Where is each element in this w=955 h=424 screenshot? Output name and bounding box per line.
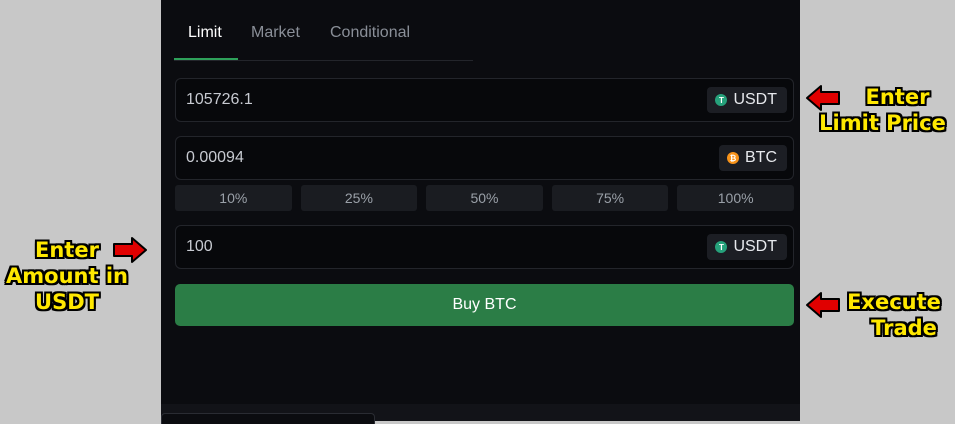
annotation-execute-line2: Trade [871,316,937,340]
percent-25-button[interactable]: 25% [300,185,418,211]
quantity-field[interactable]: 0.00094 ₿ BTC [175,136,794,180]
annotation-limit-price-line1: Enter [865,85,930,109]
price-unit-chip: T USDT [707,87,787,113]
quantity-unit-chip: ₿ BTC [719,145,787,171]
amount-field[interactable]: 100 T USDT [175,225,794,269]
amount-unit-label: USDT [733,238,777,255]
arrow-right-icon [113,237,147,263]
percent-50-button[interactable]: 50% [426,185,543,211]
annotation-limit-price: Enter Limit Price [810,84,955,136]
percent-100-button[interactable]: 100% [677,185,794,211]
quantity-input[interactable]: 0.00094 [186,149,244,167]
annotation-amount-line2: Amount in [6,264,128,288]
buy-button[interactable]: Buy BTC [175,284,794,326]
footer-tab [161,413,375,424]
btc-icon: ₿ [727,152,739,164]
percent-75-button[interactable]: 75% [551,185,669,211]
active-tab-indicator [174,58,238,60]
limit-price-input[interactable]: 105726.1 [186,91,253,109]
tab-limit[interactable]: Limit [188,24,222,42]
amount-unit-chip: T USDT [707,234,787,260]
percent-10-button[interactable]: 10% [175,185,292,211]
panel-footer [161,404,800,424]
annotation-execute-line1: Execute [847,290,941,314]
limit-price-field[interactable]: 105726.1 T USDT [175,78,794,122]
percent-selector: 10% 25% 50% 75% 100% [175,185,794,211]
quantity-unit-label: BTC [745,149,777,166]
arrow-left-icon [806,292,840,318]
usdt-icon: T [715,94,728,106]
usdt-icon: T [715,241,728,253]
price-unit-label: USDT [733,91,777,108]
order-type-tabs: Limit Market Conditional [174,0,473,61]
annotation-amount-line3: USDT [35,290,99,314]
order-panel: Limit Market Conditional 105726.1 T USDT… [161,0,800,424]
annotation-execute: Execute Trade [840,289,948,341]
annotation-limit-price-line2: Limit Price [819,111,946,135]
amount-input[interactable]: 100 [186,238,213,256]
tab-conditional[interactable]: Conditional [330,24,410,42]
tab-market[interactable]: Market [251,24,300,42]
